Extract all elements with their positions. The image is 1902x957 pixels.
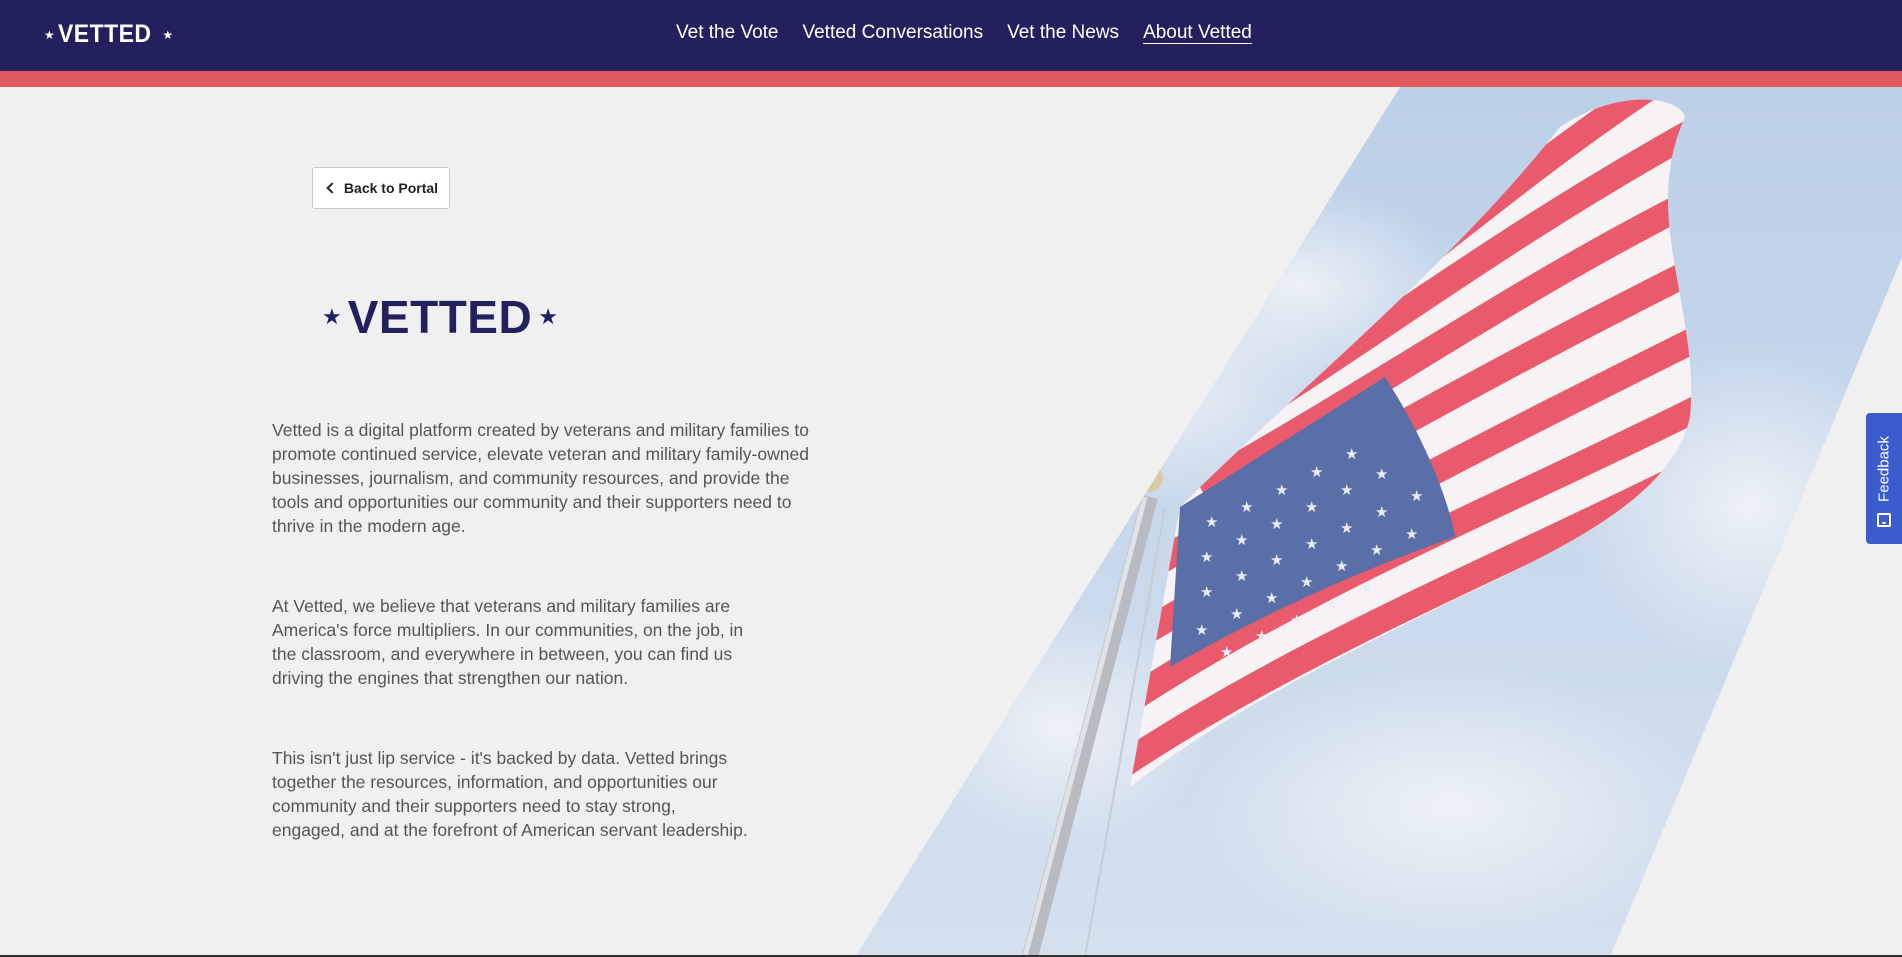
svg-text:★: ★ (1410, 487, 1423, 505)
svg-text:★: ★ (1275, 481, 1288, 499)
header-logo[interactable]: ★ VETTED ★ (44, 20, 173, 49)
svg-text:★: ★ (1345, 445, 1358, 463)
star-icon: ★ (538, 304, 558, 329)
chevron-left-icon (326, 182, 338, 194)
svg-text:★: ★ (1340, 519, 1353, 537)
about-paragraph-2: At Vetted, we believe that veterans and … (272, 596, 744, 688)
star-icon: ★ (322, 304, 342, 329)
nav-vet-the-news[interactable]: Vet the News (1007, 22, 1119, 44)
star-icon: ★ (162, 27, 174, 42)
about-paragraph-1: Vetted is a digital platform created by … (272, 420, 809, 536)
svg-text:★: ★ (1270, 551, 1283, 569)
vetted-logo: ★ VETTED ★ (322, 290, 558, 344)
back-to-portal-label: Back to Portal (343, 180, 439, 196)
svg-text:★: ★ (1300, 573, 1313, 591)
star-icon: ★ (44, 27, 55, 42)
svg-text:★: ★ (1305, 498, 1318, 516)
feedback-tab[interactable]: Feedback (1866, 413, 1902, 544)
svg-text:★: ★ (1205, 513, 1218, 531)
svg-text:★: ★ (1195, 621, 1208, 639)
svg-text:★: ★ (1200, 548, 1213, 566)
svg-text:★: ★ (1305, 535, 1318, 553)
main-nav: Vet the Vote Vetted Conversations Vet th… (676, 22, 1252, 44)
header-accent-stripe (0, 71, 1902, 87)
svg-text:★: ★ (1360, 579, 1373, 597)
svg-text:★: ★ (1340, 481, 1353, 499)
svg-text:★: ★ (1325, 595, 1338, 613)
feedback-icon (1877, 513, 1891, 527)
svg-text:★: ★ (1255, 627, 1268, 645)
svg-text:★: ★ (1200, 583, 1213, 601)
svg-text:★: ★ (1290, 611, 1303, 629)
vetted-logo-text: VETTED (347, 291, 533, 343)
nav-vetted-conversations[interactable]: Vetted Conversations (802, 22, 983, 44)
svg-text:★: ★ (1375, 465, 1388, 483)
back-to-portal-button[interactable]: Back to Portal (312, 167, 450, 209)
about-paragraph-3: This isn't just lip service - it's backe… (272, 748, 748, 840)
svg-text:★: ★ (1405, 525, 1418, 543)
nav-about-vetted[interactable]: About Vetted (1143, 22, 1252, 44)
svg-text:★: ★ (1220, 643, 1233, 661)
svg-text:★: ★ (1235, 567, 1248, 585)
svg-text:★: ★ (1370, 541, 1383, 559)
header-logo-text: VETTED (57, 20, 152, 48)
svg-text:★: ★ (1265, 589, 1278, 607)
svg-text:★: ★ (1335, 557, 1348, 575)
svg-text:★: ★ (1240, 498, 1253, 516)
top-nav-bar: ★ VETTED ★ Vet the Vote Vetted Conversat… (0, 0, 1902, 71)
nav-vet-the-vote[interactable]: Vet the Vote (676, 22, 778, 44)
svg-text:★: ★ (1270, 515, 1283, 533)
svg-text:★: ★ (1230, 605, 1243, 623)
feedback-label: Feedback (1875, 436, 1893, 502)
svg-text:★: ★ (1375, 503, 1388, 521)
svg-text:★: ★ (1310, 463, 1323, 481)
svg-text:★: ★ (1235, 531, 1248, 549)
